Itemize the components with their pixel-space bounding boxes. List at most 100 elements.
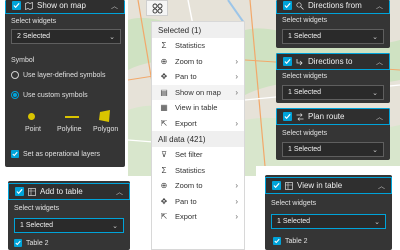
view-in-table-header[interactable]: View in table ︿	[265, 177, 392, 194]
chevron-right-icon: ›	[235, 196, 238, 206]
checkbox-checked-icon[interactable]	[12, 1, 21, 10]
symbol-label: Symbol	[11, 57, 35, 64]
chevron-down-icon: ⌄	[372, 89, 378, 97]
table-2-option[interactable]: Table 2	[273, 237, 308, 245]
chevron-down-icon: ⌄	[112, 222, 118, 230]
widgets-select[interactable]: 1 Selected ⌄	[282, 142, 384, 157]
route-icon	[296, 112, 304, 121]
point-symbol-swatch[interactable]	[28, 113, 35, 120]
checkbox-checked-icon[interactable]	[272, 181, 281, 190]
table-icon	[285, 181, 293, 190]
chevron-up-icon[interactable]: ︿	[116, 187, 123, 197]
menu-item-pan-to[interactable]: ✥ Pan to ›	[152, 194, 244, 210]
menu-item-export[interactable]: ⇱ Export ›	[152, 116, 244, 132]
zoom-icon: ⊕	[160, 56, 168, 66]
export-icon: ⇱	[160, 118, 168, 128]
checkbox-checked-icon[interactable]	[283, 112, 292, 121]
select-value: 1 Selected	[288, 89, 322, 96]
select-widgets-label: Select widgets	[282, 17, 328, 24]
panel-title: Directions to	[308, 57, 353, 66]
map-icon	[25, 1, 33, 10]
chevron-up-icon[interactable]: ︿	[378, 181, 385, 191]
menu-item-label: Pan to	[175, 72, 197, 82]
panel-title: Plan route	[308, 112, 345, 121]
operational-layers-label: Set as operational layers	[23, 150, 101, 158]
add-to-table-header[interactable]: Add to table ︿	[8, 183, 130, 200]
chevron-up-icon[interactable]: ︿	[376, 1, 383, 11]
select-widgets-label: Select widgets	[14, 205, 60, 212]
chevron-up-icon[interactable]: ︿	[376, 112, 383, 122]
select-widgets-label: Select widgets	[11, 18, 57, 25]
chevron-down-icon: ⌄	[374, 218, 380, 226]
actions-menu-button[interactable]	[146, 0, 168, 16]
zoom-icon: ⊕	[160, 181, 168, 191]
selected-header: Selected (1)	[152, 22, 244, 38]
widgets-select[interactable]: 1 Selected ⌄	[271, 214, 386, 229]
menu-item-zoom-to[interactable]: ⊕ Zoom to ›	[152, 54, 244, 70]
menu-item-label: Export	[175, 118, 197, 128]
directions-from-panel: Directions from ︿ Select widgets 1 Selec…	[276, 0, 390, 48]
menu-item-set-filter[interactable]: ⊽ Set filter	[152, 147, 244, 163]
chevron-up-icon[interactable]: ︿	[111, 1, 118, 11]
menu-item-export[interactable]: ⇱ Export ›	[152, 209, 244, 225]
radio-label: Use layer-defined symbols	[23, 71, 106, 79]
radio-unchecked-icon	[11, 71, 19, 79]
checkbox-checked-icon[interactable]	[283, 1, 292, 10]
chevron-right-icon: ›	[235, 212, 238, 222]
polygon-label: Polygon	[93, 126, 119, 133]
table-item-label: Table 2	[285, 237, 308, 245]
widgets-select[interactable]: 1 Selected ⌄	[282, 29, 384, 44]
add-to-table-panel: Add to table ︿ Select widgets 1 Selected…	[8, 181, 130, 250]
show-on-map-panel: Show on map ︿ Select widgets 2 Selected …	[5, 0, 125, 167]
panel-title: Add to table	[40, 187, 83, 196]
table-item-label: Table 2	[26, 239, 49, 247]
menu-item-label: Set filter	[175, 150, 203, 160]
operational-layers-option[interactable]: Set as operational layers	[11, 150, 100, 158]
select-value: 1 Selected	[288, 33, 322, 40]
menu-item-show-on-map[interactable]: ▤ Show on map ›	[152, 84, 244, 100]
pan-icon: ✥	[160, 196, 168, 206]
menu-item-label: Pan to	[175, 196, 197, 206]
menu-item-zoom-to[interactable]: ⊕ Zoom to ›	[152, 178, 244, 194]
panel-title: View in table	[297, 181, 343, 190]
menu-item-view-in-table[interactable]: ▦ View in table	[152, 100, 244, 116]
menu-item-statistics[interactable]: Σ Statistics	[152, 38, 244, 54]
table-2-option[interactable]: Table 2	[14, 239, 49, 247]
radio-custom-symbols[interactable]: Use custom symbols	[11, 91, 88, 99]
radio-layer-defined[interactable]: Use layer-defined symbols	[11, 71, 105, 79]
menu-item-pan-to[interactable]: ✥ Pan to ›	[152, 69, 244, 85]
table-icon	[28, 187, 36, 196]
directions-to-header[interactable]: Directions to ︿	[276, 53, 390, 70]
select-widgets-label: Select widgets	[282, 73, 328, 80]
menu-item-statistics[interactable]: Σ Statistics	[152, 163, 244, 179]
menu-item-label: Zoom to	[175, 181, 203, 191]
chevron-down-icon: ⌄	[372, 33, 378, 41]
panel-title: Show on map	[37, 1, 86, 10]
directions-icon	[296, 1, 304, 10]
chevron-up-icon[interactable]: ︿	[376, 57, 383, 67]
sigma-icon: Σ	[161, 41, 167, 51]
widgets-select[interactable]: 2 Selected ⌄	[11, 29, 121, 44]
checkbox-checked-icon[interactable]	[283, 57, 292, 66]
directions-from-header[interactable]: Directions from ︿	[276, 0, 390, 14]
widgets-select[interactable]: 1 Selected ⌄	[282, 85, 384, 100]
polyline-symbol-swatch[interactable]	[65, 116, 79, 118]
select-value: 1 Selected	[277, 218, 311, 225]
point-label: Point	[25, 126, 41, 133]
plan-route-header[interactable]: Plan route ︿	[276, 108, 390, 125]
panel-title: Directions from	[308, 1, 362, 10]
checkbox-checked-icon[interactable]	[15, 187, 24, 196]
widgets-select[interactable]: 1 Selected ⌄	[14, 218, 124, 233]
select-value: 2 Selected	[17, 33, 51, 40]
show-on-map-header[interactable]: Show on map ︿	[5, 0, 125, 14]
grid-options-icon	[152, 3, 162, 13]
table-icon: ▦	[160, 103, 168, 113]
polygon-symbol-swatch[interactable]	[98, 109, 112, 123]
filter-icon: ⊽	[161, 150, 167, 160]
select-widgets-label: Select widgets	[282, 130, 328, 137]
data-actions-menu: Selected (1) Σ Statistics ⊕ Zoom to › ✥ Pan …	[151, 21, 245, 250]
chevron-right-icon: ›	[235, 72, 238, 82]
menu-item-label: Show on map	[175, 87, 221, 97]
checkbox-checked-icon	[11, 150, 19, 158]
menu-item-label: Export	[175, 212, 197, 222]
